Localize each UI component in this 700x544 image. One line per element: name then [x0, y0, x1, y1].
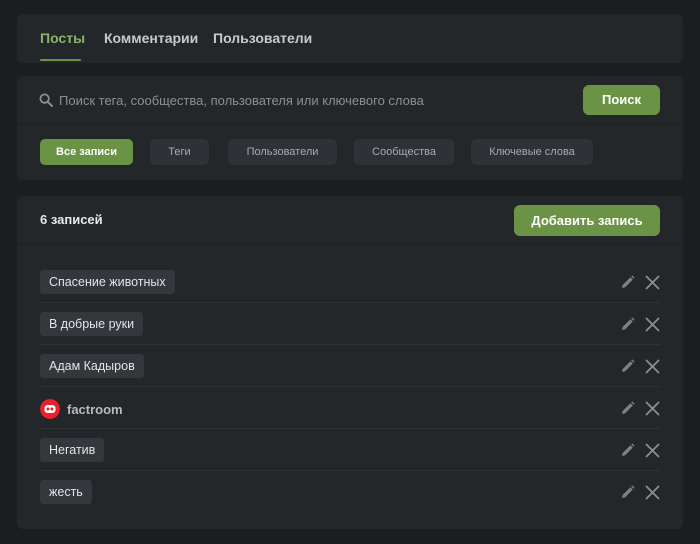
entries-panel: 6 записей Добавить запись Спасение живот… [17, 196, 683, 529]
pencil-icon[interactable] [620, 443, 635, 458]
filter-all[interactable]: Все записи [40, 139, 133, 165]
close-icon[interactable] [645, 275, 660, 290]
search-panel: Поиск Все записи Теги Пользователи Сообщ… [17, 76, 683, 180]
active-tab-indicator [40, 59, 81, 61]
add-entry-button[interactable]: Добавить запись [514, 205, 660, 236]
community-entry: factroom [40, 399, 123, 419]
pencil-icon[interactable] [620, 317, 635, 332]
tab-comments[interactable]: Комментарии [104, 30, 198, 46]
divider [17, 244, 683, 245]
close-icon[interactable] [645, 443, 660, 458]
entries-count: 6 записей [40, 212, 103, 227]
tab-posts[interactable]: Посты [40, 30, 85, 46]
tag-chip: Негатив [40, 438, 105, 462]
tag-chip: Адам Кадыров [40, 354, 144, 378]
list-item: жесть [40, 471, 660, 513]
close-icon[interactable] [645, 317, 660, 332]
close-icon[interactable] [645, 401, 660, 416]
pencil-icon[interactable] [620, 401, 635, 416]
close-icon[interactable] [645, 359, 660, 374]
pencil-icon[interactable] [620, 485, 635, 500]
list-item: Негатив [40, 429, 660, 471]
filter-users[interactable]: Пользователи [228, 139, 337, 165]
list-item: Адам Кадыров [40, 345, 660, 387]
tag-chip: жесть [40, 480, 92, 504]
community-avatar-icon [40, 399, 60, 419]
pencil-icon[interactable] [620, 359, 635, 374]
list-item: factroom [40, 387, 660, 429]
tag-chip: В добрые руки [40, 312, 144, 336]
filter-communities[interactable]: Сообщества [354, 139, 454, 165]
search-button[interactable]: Поиск [583, 85, 660, 115]
search-icon [39, 93, 53, 107]
divider [17, 123, 683, 124]
filter-tags[interactable]: Теги [150, 139, 209, 165]
tabs-panel: Посты Комментарии Пользователи [17, 14, 683, 63]
list-item: В добрые руки [40, 303, 660, 345]
tab-users[interactable]: Пользователи [213, 30, 312, 46]
search-input[interactable] [59, 89, 574, 111]
filter-keywords[interactable]: Ключевые слова [471, 139, 593, 165]
list-item: Спасение животных [40, 261, 660, 303]
community-name[interactable]: factroom [67, 402, 123, 417]
tag-chip: Спасение животных [40, 270, 175, 294]
close-icon[interactable] [645, 485, 660, 500]
pencil-icon[interactable] [620, 275, 635, 290]
